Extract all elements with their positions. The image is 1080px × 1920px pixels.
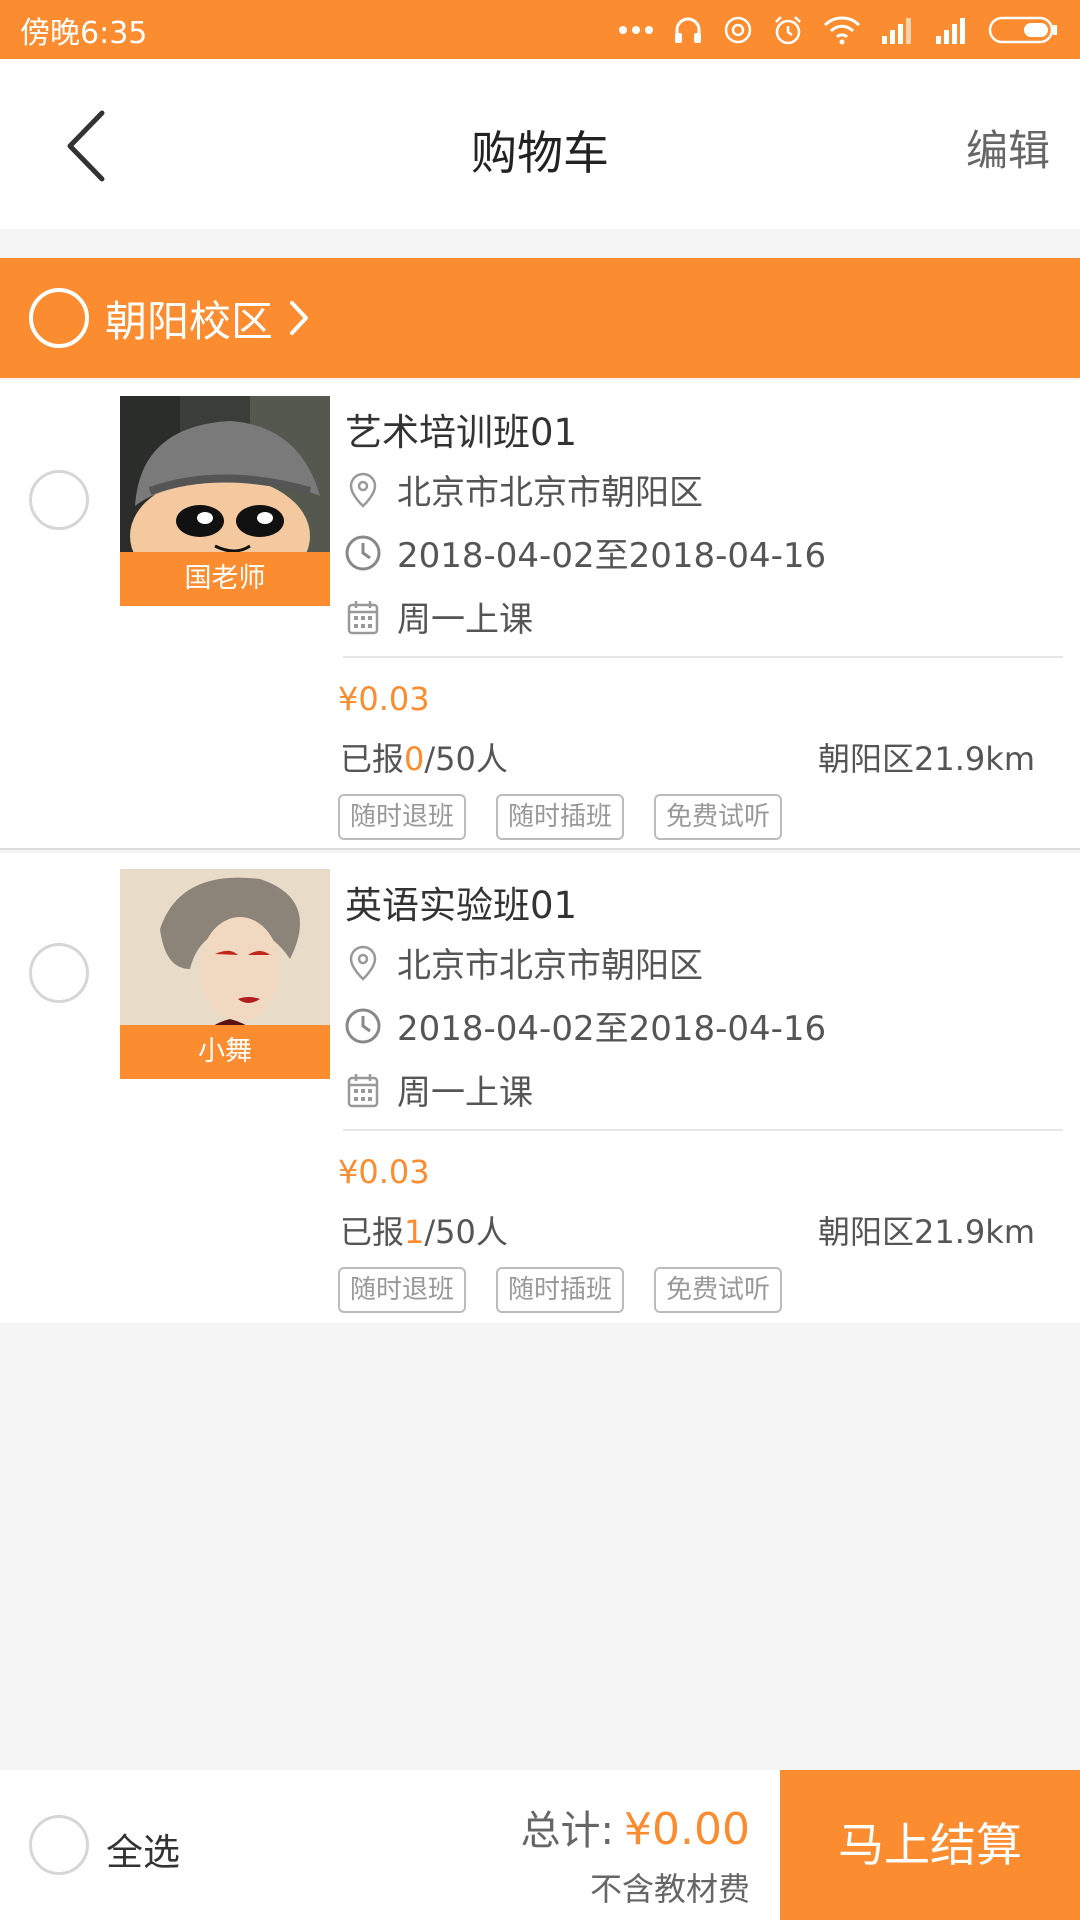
course-title[interactable]: 艺术培训班01 xyxy=(345,402,577,456)
teacher-photo: 小舞 xyxy=(120,869,330,1079)
status-bar: 傍晚6:35 xyxy=(0,0,1080,59)
course-distance: 朝阳区21.9km xyxy=(818,740,1035,778)
total-line: 总计: ¥0.00 xyxy=(521,1798,750,1856)
course-tag: 随时退班 xyxy=(338,1267,467,1313)
battery-icon xyxy=(988,16,1057,43)
campus-select-checkbox[interactable] xyxy=(29,288,89,348)
divider xyxy=(343,656,1063,658)
course-price: ¥0.03 xyxy=(338,1153,430,1191)
cart-item[interactable]: 小舞 英语实验班01 北京市北京市朝阳区 2018-04-02至2018-04-… xyxy=(0,853,1080,1323)
course-price: ¥0.03 xyxy=(338,680,430,718)
enrolled-count: 已报0/50人 xyxy=(340,734,508,780)
campus-header[interactable]: 朝阳校区 xyxy=(0,258,1080,378)
address-row: 北京市北京市朝阳区 xyxy=(343,938,703,987)
course-tag: 免费试听 xyxy=(654,794,783,840)
campus-name: 朝阳校区 xyxy=(105,296,274,346)
checkout-button[interactable]: 马上结算 xyxy=(780,1770,1080,1920)
total-amount: ¥0.00 xyxy=(624,1804,750,1855)
course-tag: 随时插班 xyxy=(496,1267,625,1313)
course-address: 北京市北京市朝阳区 xyxy=(397,473,703,513)
course-tags: 随时退班 随时插班 免费试听 xyxy=(338,794,783,840)
date-row: 2018-04-02至2018-04-16 xyxy=(343,1001,826,1050)
teacher-photo: 国老师 xyxy=(120,396,330,606)
page-title: 购物车 xyxy=(471,126,609,180)
cart-item[interactable]: 国老师 艺术培训班01 北京市北京市朝阳区 2018-04-02至2018-04… xyxy=(0,380,1080,850)
course-tags: 随时退班 随时插班 免费试听 xyxy=(338,1267,783,1313)
schedule-row: 周一上课 xyxy=(343,592,533,641)
address-row: 北京市北京市朝阳区 xyxy=(343,465,703,514)
calendar-icon xyxy=(347,600,379,634)
signal-icon xyxy=(882,17,911,44)
course-schedule: 周一上课 xyxy=(397,1073,533,1113)
teacher-name: 国老师 xyxy=(120,552,330,606)
location-pin-icon xyxy=(349,472,377,508)
select-all-label[interactable]: 全选 xyxy=(106,1822,180,1876)
alarm-icon xyxy=(775,15,801,44)
status-icons xyxy=(618,14,1060,46)
course-title[interactable]: 英语实验班01 xyxy=(345,875,577,929)
signal-icon xyxy=(936,17,965,44)
headphones-icon xyxy=(675,17,701,43)
total-note: 不含教材费 xyxy=(589,1870,750,1908)
course-tag: 随时退班 xyxy=(338,794,467,840)
status-time: 傍晚6:35 xyxy=(20,15,148,51)
course-date-range: 2018-04-02至2018-04-16 xyxy=(397,1009,827,1049)
checkout-bar: 全选 总计: ¥0.00 不含教材费 马上结算 xyxy=(0,1770,1080,1920)
more-dots-icon xyxy=(619,25,653,34)
enrolled-capacity: /50人 xyxy=(424,740,508,778)
hotspot-icon xyxy=(724,16,752,43)
item-checkbox[interactable] xyxy=(29,943,89,1003)
enrolled-number: 1 xyxy=(404,1213,425,1251)
course-tag: 免费试听 xyxy=(654,1267,783,1313)
select-all-checkbox[interactable] xyxy=(29,1815,89,1875)
enrolled-count: 已报1/50人 xyxy=(340,1207,508,1253)
enrolled-prefix: 已报 xyxy=(340,740,405,778)
edit-button[interactable]: 编辑 xyxy=(966,117,1050,178)
enrolled-number: 0 xyxy=(404,740,425,778)
location-pin-icon xyxy=(349,945,377,981)
teacher-name: 小舞 xyxy=(120,1025,330,1079)
clock-icon xyxy=(345,1008,381,1043)
course-tag: 随时插班 xyxy=(496,794,625,840)
calendar-icon xyxy=(347,1073,379,1107)
nav-bar: 购物车 编辑 xyxy=(0,59,1080,229)
schedule-row: 周一上课 xyxy=(343,1065,533,1114)
course-distance: 朝阳区21.9km xyxy=(818,1213,1035,1251)
divider xyxy=(343,1129,1063,1131)
total-label: 总计: xyxy=(520,1808,615,1854)
course-address: 北京市北京市朝阳区 xyxy=(397,946,703,986)
course-schedule: 周一上课 xyxy=(397,600,533,640)
enrolled-capacity: /50人 xyxy=(424,1213,508,1251)
item-checkbox[interactable] xyxy=(29,470,89,530)
wifi-icon xyxy=(823,15,861,44)
clock-icon xyxy=(345,535,381,570)
date-row: 2018-04-02至2018-04-16 xyxy=(343,528,826,577)
chevron-right-icon xyxy=(290,301,309,335)
course-date-range: 2018-04-02至2018-04-16 xyxy=(397,536,827,576)
enrolled-prefix: 已报 xyxy=(340,1213,405,1251)
